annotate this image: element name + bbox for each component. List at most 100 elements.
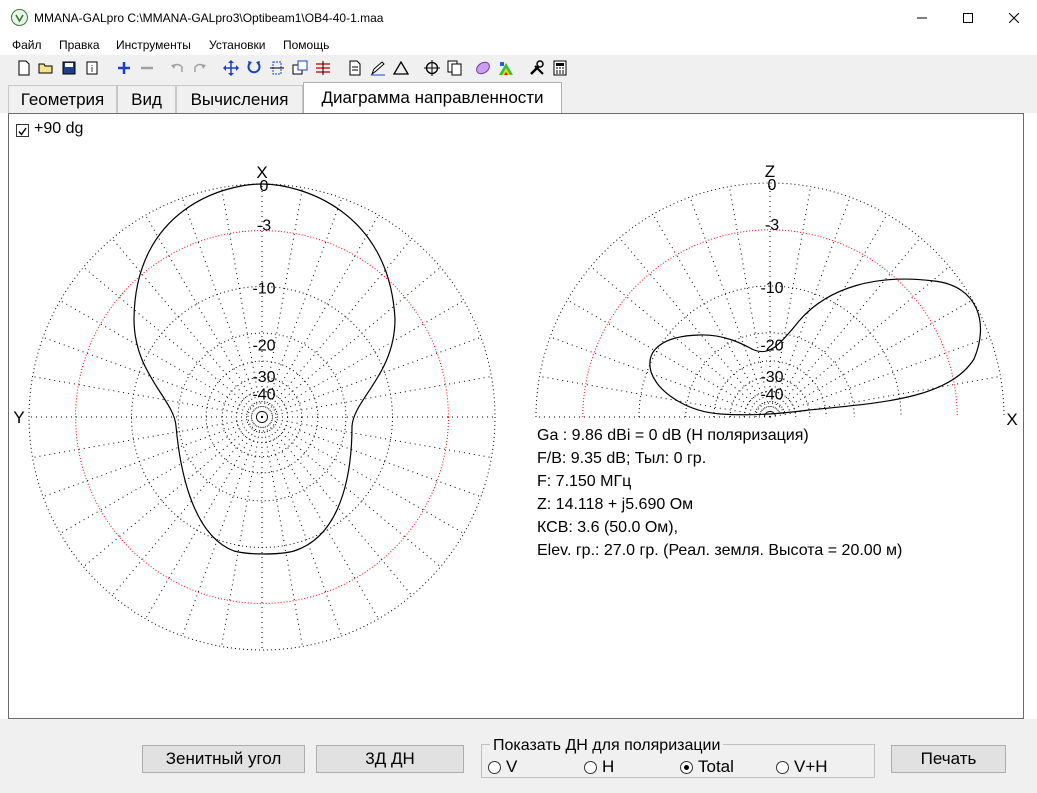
menu-bar: Файл Правка Инструменты Установки Помощь bbox=[0, 35, 1037, 55]
toolbar: i bbox=[0, 55, 1037, 81]
grid-spoke bbox=[145, 416, 263, 620]
grid-spoke bbox=[261, 416, 343, 637]
tools-icon[interactable] bbox=[528, 59, 546, 77]
vertical-pattern-curve bbox=[649, 278, 982, 416]
grid-spoke bbox=[32, 376, 263, 418]
ring-label: -10 bbox=[760, 280, 783, 297]
radio-h[interactable] bbox=[584, 761, 597, 774]
zenith-angle-button[interactable]: Зенитный угол bbox=[142, 745, 305, 773]
close-button[interactable] bbox=[991, 0, 1037, 35]
grid-spoke bbox=[32, 416, 263, 458]
tab-geometry[interactable]: Геометрия bbox=[8, 85, 117, 113]
copy-icon[interactable] bbox=[291, 59, 309, 77]
redo-icon[interactable] bbox=[191, 59, 209, 77]
axis-x-right-label: X bbox=[1006, 410, 1017, 429]
tab-calculations[interactable]: Вычисления bbox=[176, 85, 303, 113]
menu-settings[interactable]: Установки bbox=[209, 38, 265, 52]
split-icon[interactable] bbox=[314, 59, 332, 77]
radio-total[interactable] bbox=[680, 761, 693, 774]
grid-spoke bbox=[689, 196, 771, 418]
gain-readout: Ga : 9.86 dBi = 0 dB (H поляризация) bbox=[537, 427, 809, 444]
vertical-pattern-plot: 0-3-10-20-30-40ZX bbox=[535, 162, 1018, 429]
move-icon[interactable] bbox=[222, 59, 240, 77]
grid-spoke bbox=[261, 416, 465, 534]
maximize-button[interactable] bbox=[945, 0, 991, 35]
grid-spoke bbox=[221, 416, 263, 647]
new-file-icon[interactable] bbox=[15, 59, 33, 77]
grid-spoke bbox=[261, 416, 413, 596]
elevation-readout: Elev. гр.: 27.0 гр. (Реал. земля. Высота… bbox=[537, 542, 903, 559]
grid-spoke bbox=[261, 416, 303, 647]
grid-spoke bbox=[769, 214, 888, 418]
menu-help[interactable]: Помощь bbox=[283, 38, 329, 52]
pattern-icon[interactable] bbox=[474, 59, 492, 77]
swr-readout: КСВ: 3.6 (50.0 Ом), bbox=[537, 519, 679, 536]
radio-total-label[interactable]: Total bbox=[698, 757, 734, 777]
grid-spoke bbox=[145, 214, 263, 418]
antenna-info: Ga : 9.86 dBi = 0 dB (H поляризация) F/B… bbox=[537, 424, 902, 562]
target-icon[interactable] bbox=[423, 59, 441, 77]
color-chart-icon[interactable] bbox=[497, 59, 515, 77]
grid-spoke bbox=[83, 416, 263, 568]
save-icon[interactable] bbox=[60, 59, 78, 77]
grid-spoke bbox=[111, 416, 263, 596]
duplicate-icon[interactable] bbox=[446, 59, 464, 77]
ring-label: -40 bbox=[252, 387, 275, 404]
menu-edit[interactable]: Правка bbox=[59, 38, 100, 52]
grid-spoke bbox=[59, 416, 263, 534]
tab-view[interactable]: Вид bbox=[117, 85, 176, 113]
radio-vh[interactable] bbox=[776, 761, 789, 774]
ring-label: -30 bbox=[252, 369, 275, 386]
polarization-title: Показать ДН для поляризации bbox=[490, 737, 724, 755]
menu-tools[interactable]: Инструменты bbox=[116, 38, 191, 52]
grid-spoke bbox=[652, 214, 771, 418]
impedance-readout: Z: 14.118 + j5.690 Ом bbox=[537, 496, 694, 513]
remove-icon[interactable] bbox=[138, 59, 156, 77]
add-icon[interactable] bbox=[115, 59, 133, 77]
radio-v[interactable] bbox=[488, 761, 501, 774]
rotate-icon[interactable] bbox=[245, 59, 263, 77]
radiation-diagrams: 0-3-10-20-30-40XY 0-3-10-20-30-40ZX bbox=[13, 162, 1018, 651]
triangle-icon[interactable] bbox=[392, 59, 410, 77]
grid-spoke bbox=[83, 266, 263, 418]
calculator-icon[interactable] bbox=[551, 59, 569, 77]
radio-vh-label[interactable]: V+H bbox=[794, 757, 828, 777]
info-icon[interactable]: i bbox=[83, 59, 101, 77]
ring-label: -40 bbox=[760, 386, 783, 403]
front-back-readout: F/B: 9.35 dB; Тыл: 0 гр. bbox=[537, 450, 707, 467]
close-icon bbox=[1009, 12, 1019, 23]
menu-file[interactable]: Файл bbox=[12, 38, 42, 52]
print-button[interactable]: Печать bbox=[891, 745, 1006, 773]
radio-v-label[interactable]: V bbox=[506, 757, 517, 777]
pattern-panel: +90 dg 0 -3 -10 -20 -30 -40 X Y 0 -3 -10 -20 -30 -40… bbox=[8, 113, 1024, 719]
axis-z-label: Z bbox=[765, 162, 775, 181]
grid-spoke bbox=[181, 197, 263, 418]
minimize-icon bbox=[917, 17, 927, 18]
grid-spoke bbox=[261, 416, 492, 458]
document-icon[interactable] bbox=[346, 59, 364, 77]
grid-spoke bbox=[59, 300, 263, 418]
minimize-button[interactable] bbox=[899, 0, 945, 35]
tab-strip: Геометрия Вид Вычисления Диаграмма напра… bbox=[0, 81, 1037, 113]
edit-icon[interactable] bbox=[369, 59, 387, 77]
grid-spoke bbox=[567, 299, 771, 418]
grid-spoke bbox=[619, 237, 771, 418]
ring-label: -30 bbox=[760, 369, 783, 386]
grid-spoke bbox=[261, 376, 492, 418]
grid-spoke bbox=[261, 416, 379, 620]
stretch-icon[interactable] bbox=[268, 59, 286, 77]
horizontal-pattern-plot: 0-3-10-20-30-40XY bbox=[13, 163, 496, 651]
radio-h-label[interactable]: H bbox=[602, 757, 614, 777]
grid-spoke bbox=[181, 416, 263, 637]
axis-y-label: Y bbox=[13, 408, 24, 427]
pattern-3d-button[interactable]: 3Д ДН bbox=[316, 745, 464, 773]
svg-text:i: i bbox=[91, 65, 94, 75]
open-folder-icon[interactable] bbox=[37, 59, 55, 77]
ring-label: -3 bbox=[765, 217, 779, 234]
tab-radiation-pattern[interactable]: Диаграмма направленности bbox=[303, 82, 562, 113]
grid-spoke bbox=[590, 266, 771, 418]
grid-spoke bbox=[261, 266, 441, 418]
ring-label: -10 bbox=[252, 281, 275, 298]
undo-icon[interactable] bbox=[168, 59, 186, 77]
ring-label: -3 bbox=[257, 218, 271, 235]
